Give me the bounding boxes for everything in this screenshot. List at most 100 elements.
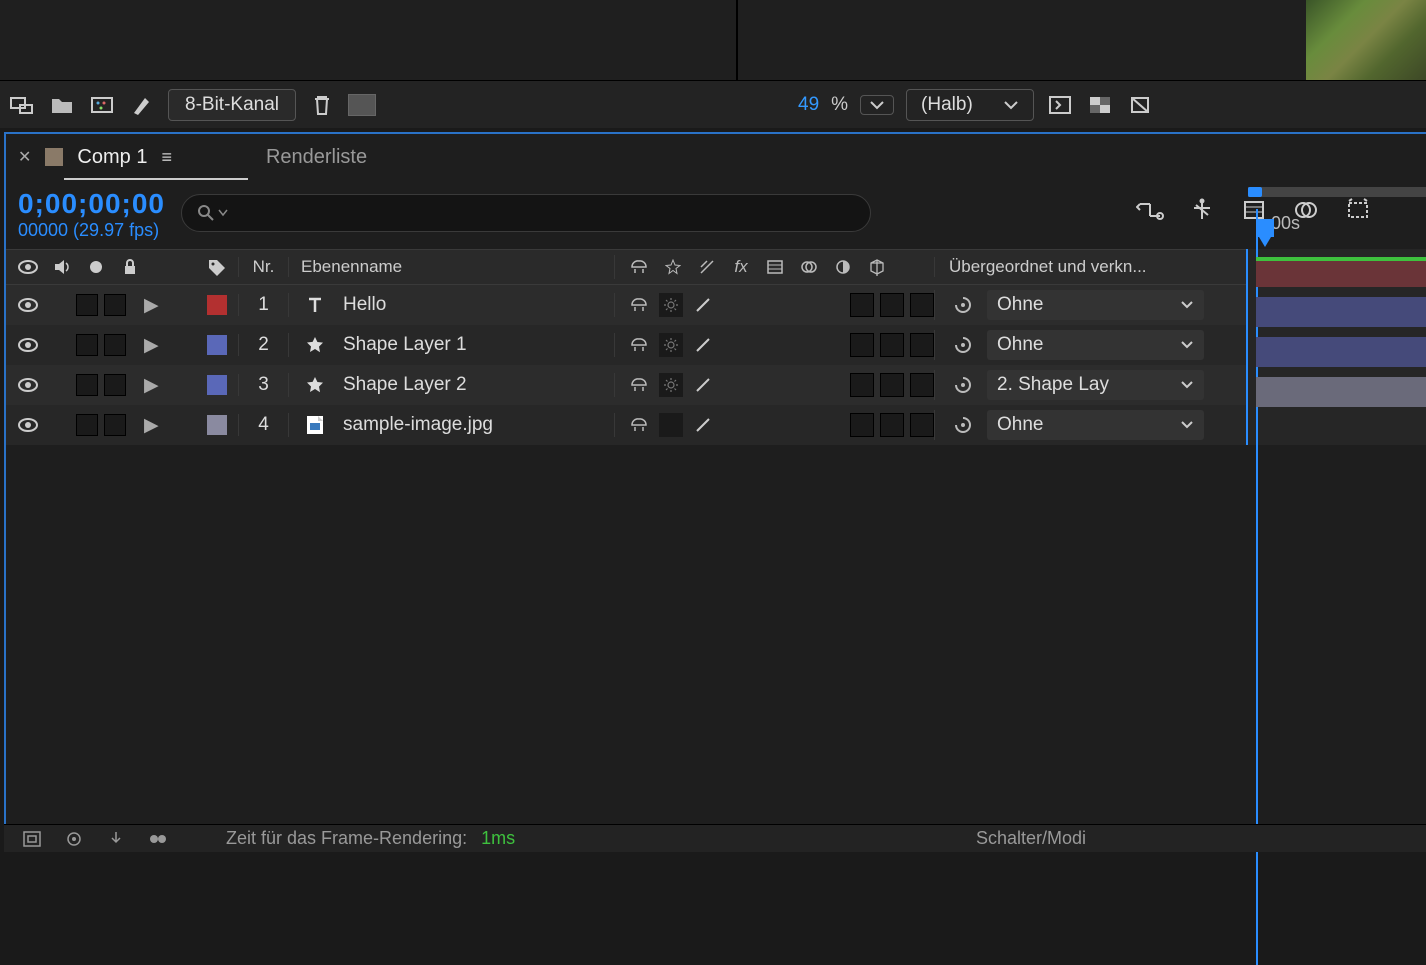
playhead[interactable] bbox=[1256, 219, 1274, 237]
motion-blur-icon[interactable] bbox=[1342, 194, 1374, 226]
parent-dropdown[interactable]: Ohne bbox=[987, 290, 1204, 320]
close-tab-icon[interactable]: ✕ bbox=[18, 147, 31, 167]
audio-toggle[interactable] bbox=[76, 414, 98, 436]
twirl-icon[interactable]: ▶ bbox=[144, 294, 159, 317]
time-navigator[interactable] bbox=[1248, 187, 1426, 197]
footer-icon-3[interactable] bbox=[102, 827, 130, 851]
nr-column-header[interactable]: Nr. bbox=[238, 257, 288, 277]
collapse-header-icon[interactable] bbox=[659, 255, 687, 279]
fast-preview-icon[interactable] bbox=[1046, 93, 1074, 117]
switch-box-a[interactable] bbox=[850, 413, 874, 437]
transparency-grid-icon[interactable] bbox=[1086, 93, 1114, 117]
tab-comp[interactable]: Comp 1 bbox=[77, 146, 147, 169]
brush-icon[interactable] bbox=[128, 93, 156, 117]
solo-toggle[interactable] bbox=[104, 334, 126, 356]
frameblend-header-icon[interactable] bbox=[761, 255, 789, 279]
mask-icon[interactable] bbox=[1126, 93, 1154, 117]
switch-box-c[interactable] bbox=[910, 293, 934, 317]
comp-flowchart-icon[interactable] bbox=[1134, 194, 1166, 226]
color-swatch[interactable] bbox=[348, 94, 376, 116]
parent-dropdown[interactable]: 2. Shape Lay bbox=[987, 370, 1204, 400]
switch-box-a[interactable] bbox=[850, 333, 874, 357]
collapse-switch[interactable] bbox=[659, 373, 683, 397]
solo-column-icon[interactable] bbox=[82, 255, 110, 279]
footer-icon-2[interactable] bbox=[60, 827, 88, 851]
current-timecode[interactable]: 0;00;00;00 bbox=[18, 188, 165, 220]
footer-icon-4[interactable] bbox=[144, 827, 172, 851]
audio-column-icon[interactable] bbox=[48, 255, 76, 279]
3d-header-icon[interactable] bbox=[863, 255, 891, 279]
quality-switch[interactable] bbox=[689, 293, 717, 317]
draft3d-icon[interactable] bbox=[1186, 194, 1218, 226]
visibility-toggle[interactable] bbox=[14, 293, 42, 317]
solo-toggle[interactable] bbox=[104, 294, 126, 316]
twirl-icon[interactable]: ▶ bbox=[144, 334, 159, 357]
track-bar-1[interactable] bbox=[1256, 257, 1426, 287]
label-color[interactable] bbox=[207, 415, 227, 435]
fx-header-icon[interactable]: fx bbox=[727, 255, 755, 279]
layer-name[interactable]: sample-image.jpg bbox=[343, 414, 493, 436]
frame-info[interactable]: 00000 (29.97 fps) bbox=[18, 220, 165, 241]
pickwhip-icon[interactable] bbox=[949, 333, 977, 357]
visibility-toggle[interactable] bbox=[14, 373, 42, 397]
quality-switch[interactable] bbox=[689, 333, 717, 357]
shy-switch[interactable] bbox=[625, 293, 653, 317]
zoom-value[interactable]: 49 bbox=[798, 94, 819, 116]
layer-row[interactable]: ▶4sample-image.jpgOhne bbox=[6, 405, 1246, 445]
parent-dropdown[interactable]: Ohne bbox=[987, 330, 1204, 360]
layer-name[interactable]: Shape Layer 1 bbox=[343, 334, 467, 356]
solo-toggle[interactable] bbox=[104, 414, 126, 436]
layer-row[interactable]: ▶2Shape Layer 1Ohne bbox=[6, 325, 1246, 365]
track-bar-2[interactable] bbox=[1256, 297, 1426, 327]
parent-dropdown[interactable]: Ohne bbox=[987, 410, 1204, 440]
trash-icon[interactable] bbox=[308, 93, 336, 117]
pickwhip-icon[interactable] bbox=[949, 413, 977, 437]
shy-header-icon[interactable] bbox=[625, 255, 653, 279]
label-color[interactable] bbox=[207, 335, 227, 355]
quality-switch[interactable] bbox=[689, 413, 717, 437]
switch-box-c[interactable] bbox=[910, 333, 934, 357]
label-color[interactable] bbox=[207, 295, 227, 315]
solo-toggle[interactable] bbox=[104, 374, 126, 396]
switch-box-c[interactable] bbox=[910, 413, 934, 437]
switch-box-c[interactable] bbox=[910, 373, 934, 397]
comp-icon[interactable] bbox=[88, 93, 116, 117]
visibility-column-icon[interactable] bbox=[14, 255, 42, 279]
collapse-switch[interactable] bbox=[659, 413, 683, 437]
layer-name[interactable]: Shape Layer 2 bbox=[343, 374, 467, 396]
collapse-switch[interactable] bbox=[659, 333, 683, 357]
track-bar-4[interactable] bbox=[1256, 377, 1426, 407]
quality-dropdown[interactable]: (Halb) bbox=[906, 89, 1034, 121]
switches-modes-label[interactable]: Schalter/Modi bbox=[976, 828, 1086, 849]
collapse-switch[interactable] bbox=[659, 293, 683, 317]
layer-name[interactable]: Hello bbox=[343, 294, 386, 316]
zoom-dropdown[interactable] bbox=[860, 95, 894, 115]
shy-switch[interactable] bbox=[625, 333, 653, 357]
track-bar-3[interactable] bbox=[1256, 337, 1426, 367]
twirl-icon[interactable]: ▶ bbox=[144, 414, 159, 437]
quality-header-icon[interactable] bbox=[693, 255, 721, 279]
switch-box-b[interactable] bbox=[880, 293, 904, 317]
switch-box-a[interactable] bbox=[850, 373, 874, 397]
adjustment-header-icon[interactable] bbox=[829, 255, 857, 279]
footer-icon-1[interactable] bbox=[18, 827, 46, 851]
motionblur-header-icon[interactable] bbox=[795, 255, 823, 279]
layer-row[interactable]: ▶3Shape Layer 22. Shape Lay bbox=[6, 365, 1246, 405]
shy-switch[interactable] bbox=[625, 373, 653, 397]
switch-box-b[interactable] bbox=[880, 373, 904, 397]
label-column-icon[interactable] bbox=[203, 255, 231, 279]
quality-switch[interactable] bbox=[689, 373, 717, 397]
lock-column-icon[interactable] bbox=[116, 255, 144, 279]
panel-menu-icon[interactable]: ≡ bbox=[161, 147, 172, 168]
folder-icon[interactable] bbox=[48, 93, 76, 117]
pickwhip-icon[interactable] bbox=[949, 293, 977, 317]
layer-row[interactable]: ▶1HelloOhne bbox=[6, 285, 1246, 325]
audio-toggle[interactable] bbox=[76, 374, 98, 396]
switch-box-b[interactable] bbox=[880, 413, 904, 437]
pickwhip-icon[interactable] bbox=[949, 373, 977, 397]
bit-depth-button[interactable]: 8-Bit-Kanal bbox=[168, 89, 296, 121]
audio-toggle[interactable] bbox=[76, 294, 98, 316]
name-column-header[interactable]: Ebenenname bbox=[288, 257, 614, 277]
switch-box-b[interactable] bbox=[880, 333, 904, 357]
visibility-toggle[interactable] bbox=[14, 333, 42, 357]
